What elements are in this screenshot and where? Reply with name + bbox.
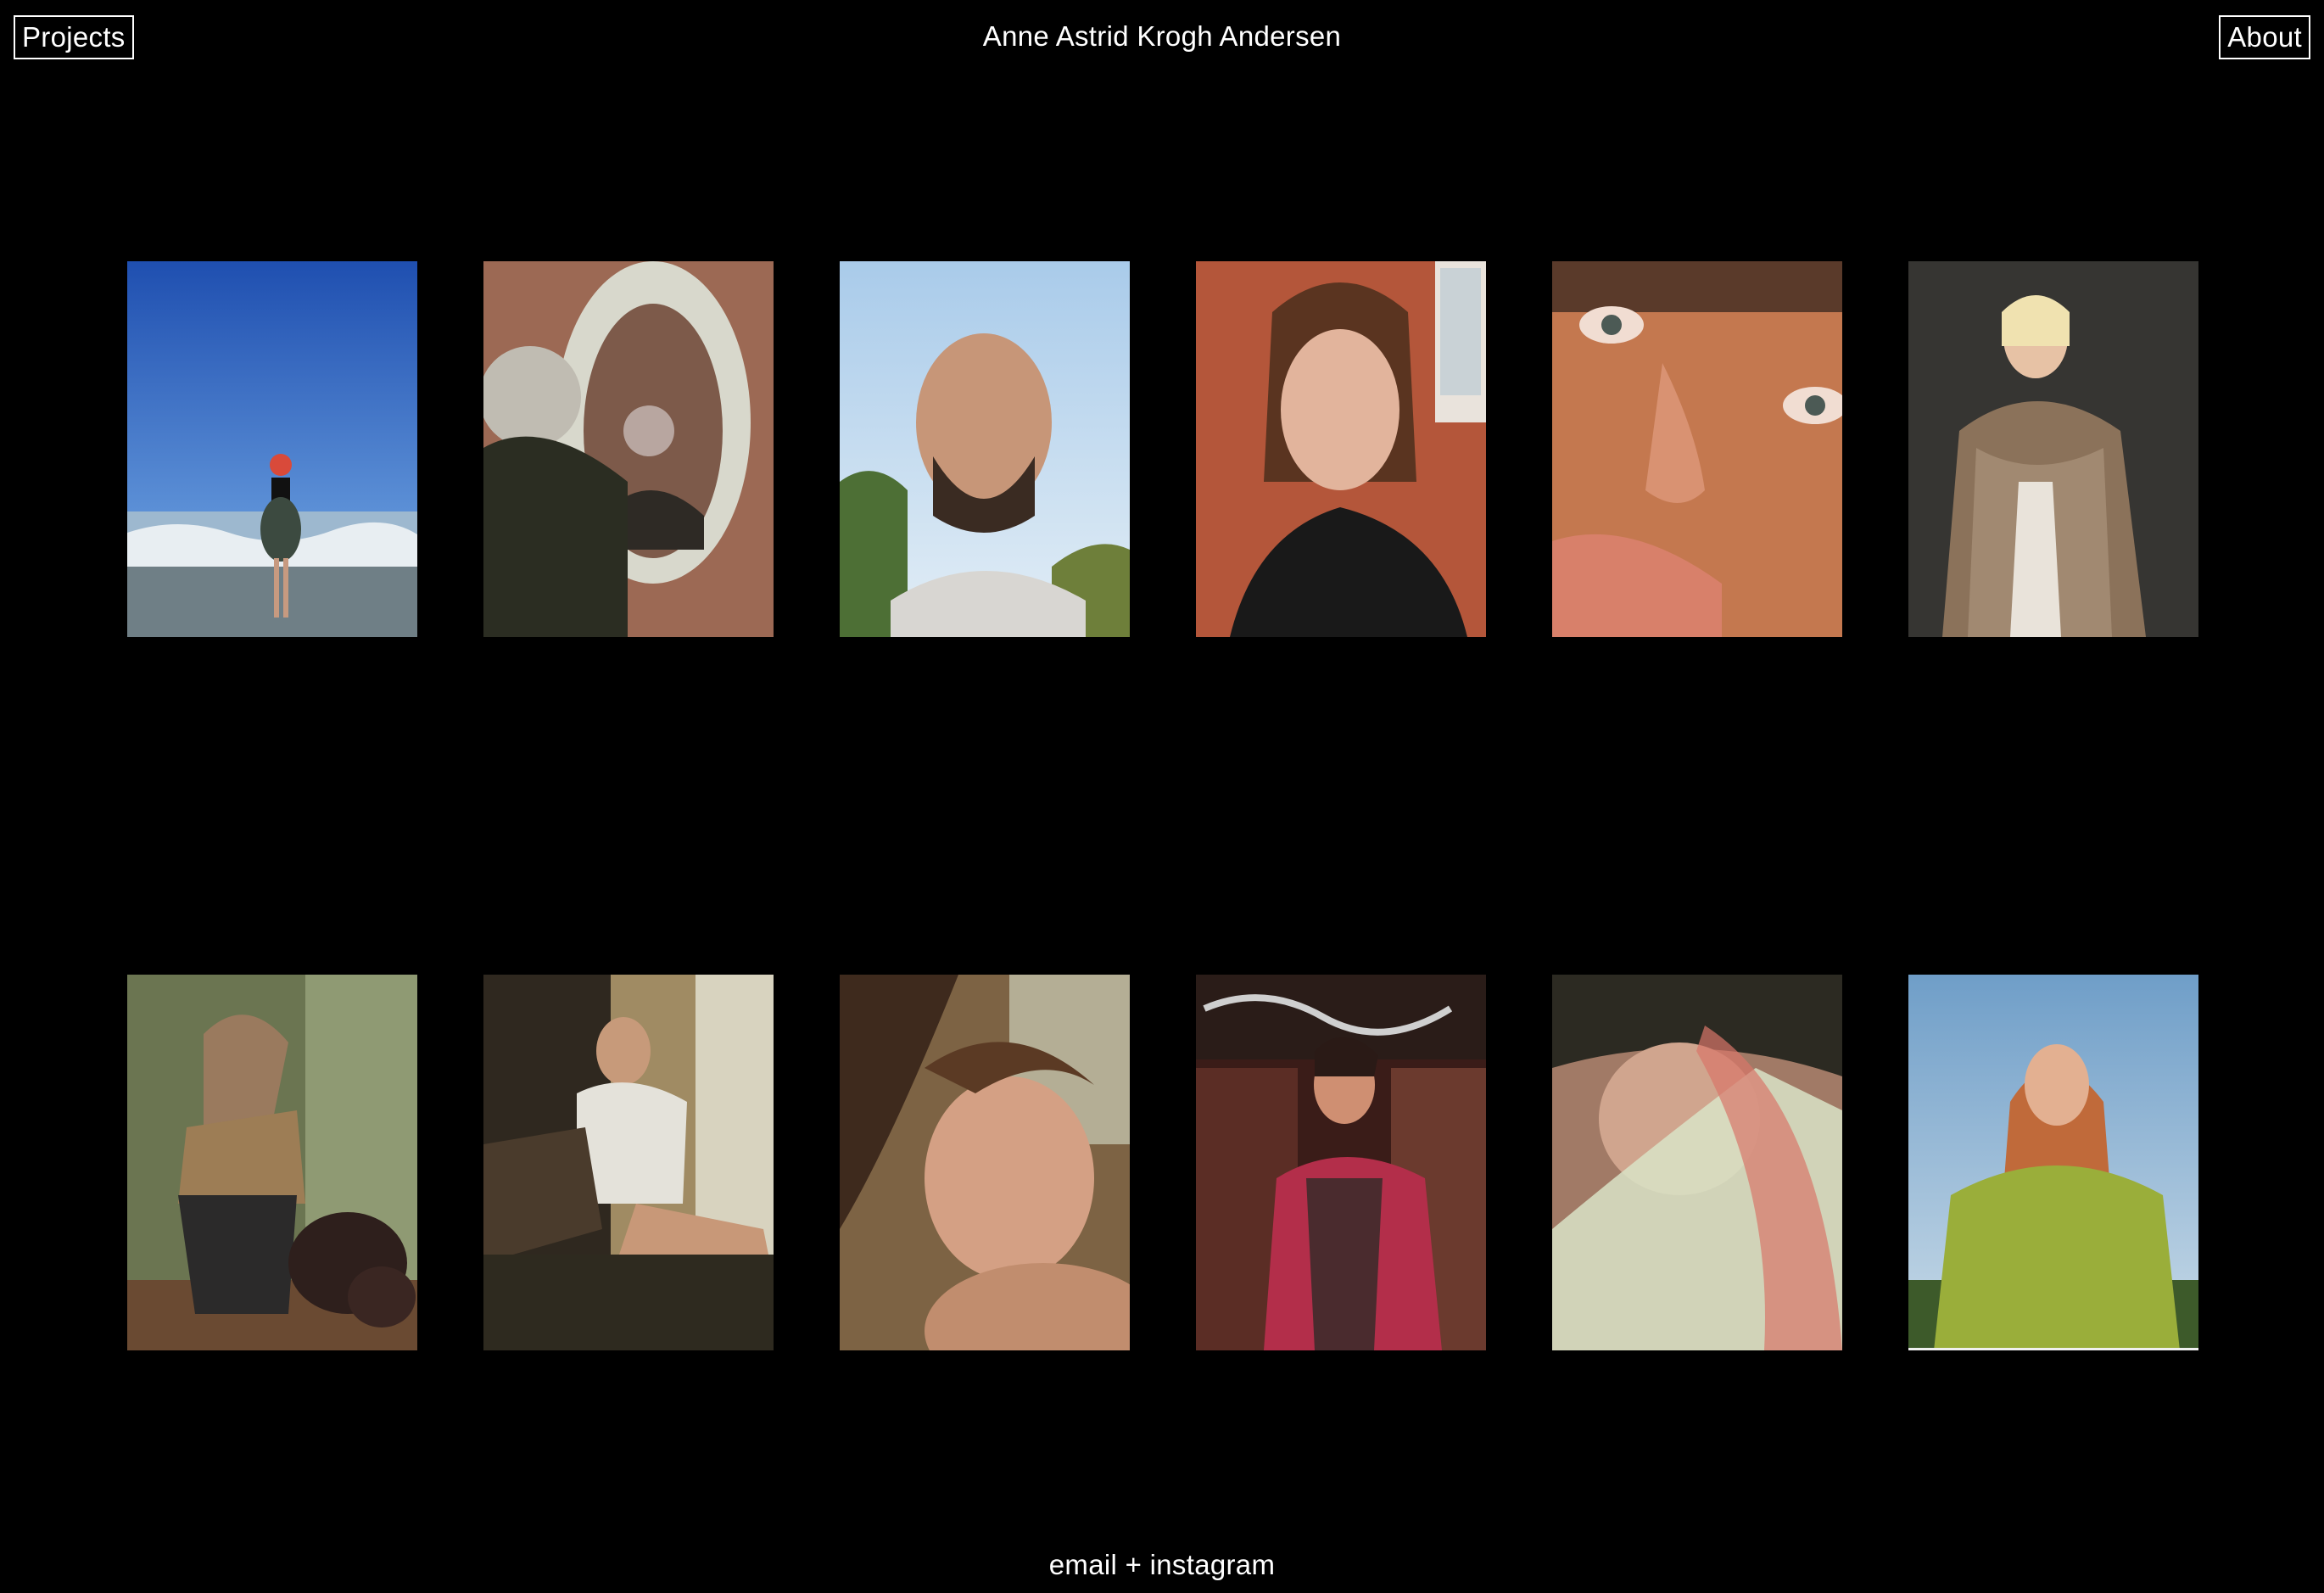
photo-closeup-face[interactable] bbox=[1552, 261, 1842, 637]
photo-mirror-woman[interactable] bbox=[483, 261, 774, 637]
photo-man-graffiti[interactable] bbox=[1196, 975, 1486, 1350]
about-button[interactable]: About bbox=[2219, 15, 2310, 59]
photo-man-sitting-room[interactable] bbox=[483, 975, 774, 1350]
photo-green-sweater[interactable] bbox=[1908, 975, 2198, 1350]
footer-separator: + bbox=[1125, 1549, 1142, 1580]
photo-grid bbox=[127, 261, 2198, 1350]
instagram-link[interactable]: instagram bbox=[1150, 1549, 1276, 1580]
photo-fur-coat[interactable] bbox=[1908, 261, 2198, 637]
photo-bald-man-sky[interactable] bbox=[840, 261, 1130, 637]
site-title[interactable]: Anne Astrid Krogh Andersen bbox=[0, 19, 2324, 54]
photo-woman-red-wall[interactable] bbox=[1196, 261, 1486, 637]
photo-woman-dog[interactable] bbox=[127, 975, 417, 1350]
photo-man-fabric[interactable] bbox=[1552, 975, 1842, 1350]
photo-woman-lying[interactable] bbox=[840, 975, 1130, 1350]
photo-beach-red-hat[interactable] bbox=[127, 261, 417, 637]
footer-links: email + instagram bbox=[0, 1547, 2324, 1583]
email-link[interactable]: email bbox=[1049, 1549, 1117, 1580]
